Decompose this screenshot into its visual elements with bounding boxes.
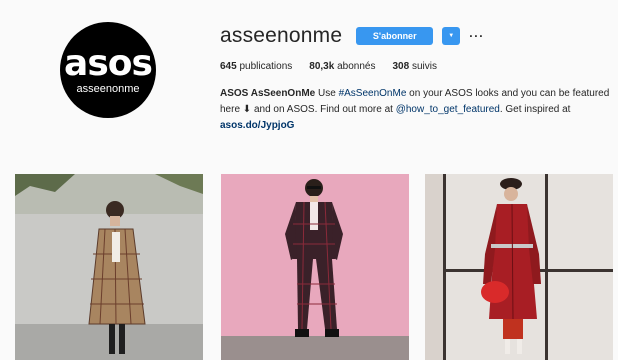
profile-username: asseenonme <box>220 24 343 47</box>
bio-website-link[interactable]: asos.do/JypjoG <box>220 118 615 134</box>
stat-followers-value: 80,3k <box>309 61 335 72</box>
stat-following[interactable]: 308 suivis <box>392 61 436 72</box>
stat-following-label: suivis <box>411 61 437 72</box>
stat-following-value: 308 <box>392 61 410 72</box>
stat-posts-label: publications <box>239 61 293 72</box>
bio-name: ASOS AsSeenOnMe <box>220 88 316 99</box>
dropdown-icon[interactable]: ▼ <box>442 27 461 45</box>
profile-bio: ASOS AsSeenOnMe Use #AsSeenOnMe on your … <box>220 86 615 134</box>
profile-stats: 645 publications 80,3k abonnés 308 suivi… <box>220 61 454 72</box>
stat-followers[interactable]: 80,3k abonnés <box>309 61 375 72</box>
stat-posts: 645 publications <box>220 61 292 72</box>
profile-header-row: asseenonme S'abonner ▼ ··· <box>220 24 484 48</box>
avatar-sub-text: asseenonme <box>76 82 140 95</box>
post-image-suit <box>221 174 409 360</box>
post-thumbnail[interactable] <box>425 174 613 360</box>
stat-posts-value: 645 <box>220 61 237 72</box>
more-options-icon[interactable]: ··· <box>469 29 484 43</box>
bio-mention-link[interactable]: @how_to_get_featured <box>396 104 500 115</box>
down-arrow-icon: ⬇ <box>242 104 252 115</box>
follow-button[interactable]: S'abonner <box>356 27 434 45</box>
bio-text-3: and on ASOS. Find out more at <box>251 104 396 115</box>
post-image-coat <box>15 174 203 360</box>
stat-followers-label: abonnés <box>337 61 376 72</box>
profile-avatar[interactable]: asos asseenonme <box>60 22 156 118</box>
post-thumbnail[interactable] <box>15 174 203 360</box>
bio-hashtag-link[interactable]: #AsSeenOnMe <box>339 88 407 99</box>
bio-text-4: . Get inspired at <box>499 104 571 115</box>
avatar-brand-text: asos <box>64 42 153 84</box>
post-image-trench <box>425 174 613 360</box>
post-thumbnail[interactable] <box>221 174 409 360</box>
bio-text-1: Use <box>315 88 339 99</box>
